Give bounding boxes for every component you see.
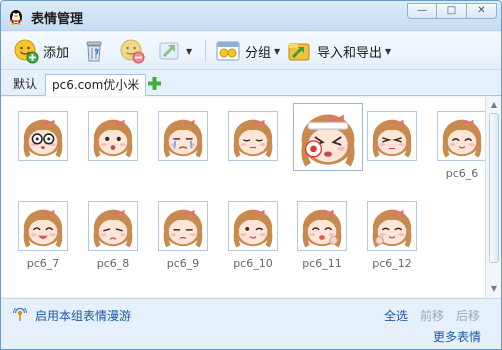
emoticon-thumbnail[interactable]	[18, 111, 68, 161]
group-button[interactable]: 分组 ▼	[215, 37, 280, 65]
select-all-link[interactable]: 全选	[384, 307, 408, 324]
close-button[interactable]: ✕	[467, 3, 497, 19]
emoticon-item[interactable]: pc6_6	[433, 111, 491, 183]
emoticon-thumbnail[interactable]	[367, 111, 417, 161]
emoticon-label: pc6_12	[372, 257, 412, 270]
emoticon-label: pc6_7	[26, 257, 60, 270]
emoticon-item[interactable]	[224, 111, 282, 183]
remove-emoticon-button[interactable]	[119, 37, 145, 65]
window-title: 表情管理	[31, 12, 84, 27]
emoticon-item[interactable]	[293, 103, 363, 183]
chibi-girl-emoticon	[372, 119, 412, 158]
emoticon-thumbnail[interactable]	[228, 201, 278, 251]
chibi-girl-emoticon	[93, 209, 133, 248]
qq-penguin-icon	[10, 10, 22, 25]
emoticon-item[interactable]	[363, 111, 421, 183]
move-dropdown-button[interactable]: ▼	[157, 37, 192, 65]
emoticon-thumbnail[interactable]	[367, 201, 417, 251]
emoticon-label: pc6_8	[96, 257, 130, 270]
recycle-button[interactable]	[81, 37, 107, 65]
emoticon-thumbnail[interactable]	[18, 201, 68, 251]
emoticon-thumbnail[interactable]	[228, 111, 278, 161]
toolbar-separator	[205, 40, 206, 62]
add-emoticon-icon	[14, 39, 39, 64]
maximize-button[interactable]: □	[437, 3, 467, 19]
roaming-icon	[13, 308, 27, 321]
remove-emoticon-icon	[120, 39, 145, 64]
tab-pc6[interactable]: pc6.com优小米	[45, 74, 147, 96]
scrollbar-thumb[interactable]	[489, 113, 499, 263]
minimize-button[interactable]: —	[407, 3, 437, 19]
chibi-girl-emoticon	[163, 209, 203, 248]
emoticon-label: pc6_11	[302, 257, 342, 270]
chibi-girl-emoticon	[23, 119, 63, 158]
import-export-icon	[288, 43, 310, 61]
emoticon-item[interactable]: pc6_12	[363, 201, 421, 273]
emoticon-item[interactable]	[14, 111, 72, 183]
group-emoticons-icon	[216, 41, 240, 61]
footer-bar: 启用本组表情漫游 全选 前移 后移 更多表情	[1, 298, 501, 349]
emoticon-item[interactable]: pc6_11	[293, 201, 351, 273]
emoticon-label: pc6_9	[166, 257, 200, 270]
chevron-down-icon: ▼	[385, 46, 392, 56]
window-controls: — □ ✕	[407, 3, 497, 19]
emoticon-thumbnail[interactable]	[437, 111, 487, 161]
chibi-girl-emoticon	[302, 209, 342, 248]
emoticon-thumbnail[interactable]	[158, 111, 208, 161]
emoticon-item[interactable]: pc6_7	[14, 201, 72, 273]
scroll-down-arrow-icon[interactable]: ▼	[488, 283, 500, 295]
recycle-bin-icon	[86, 41, 102, 62]
tab-default[interactable]: 默认	[7, 74, 43, 96]
chibi-girl-emoticon	[301, 114, 355, 167]
add-button[interactable]: 添加	[13, 37, 69, 65]
add-label: 添加	[43, 45, 70, 61]
move-forward-link[interactable]: 前移	[420, 307, 444, 324]
enable-roaming-link[interactable]: 启用本组表情漫游	[35, 307, 131, 324]
title-bar[interactable]: 表情管理 — □ ✕	[1, 1, 501, 31]
scroll-up-arrow-icon[interactable]: ▲	[488, 99, 500, 111]
chibi-girl-emoticon	[93, 119, 133, 158]
move-back-link[interactable]: 后移	[456, 307, 480, 324]
emoticon-thumbnail[interactable]	[293, 103, 363, 171]
emoticon-thumbnail[interactable]	[88, 201, 138, 251]
emoticon-thumbnail[interactable]	[297, 201, 347, 251]
vertical-scrollbar[interactable]: ▲ ▼	[485, 97, 501, 297]
emoticon-thumbnail[interactable]	[88, 111, 138, 161]
emoticon-item[interactable]	[154, 111, 212, 183]
move-arrow-icon	[159, 42, 179, 60]
emoticon-item[interactable]: pc6_9	[154, 201, 212, 273]
import-export-button[interactable]: 导入和导出 ▼	[287, 37, 391, 65]
emoticon-manager-window: 表情管理 — □ ✕ 添加 ▼ 分组 ▼ 导入和导出 ▼ 默认 pc6.com优…	[0, 0, 502, 350]
add-group-icon[interactable]	[147, 76, 162, 91]
chevron-down-icon: ▼	[186, 46, 193, 56]
emoticon-grid: pc6_6 pc6_7 pc6_8 pc6_9 pc6_10 pc6_11 pc6_12	[1, 97, 501, 297]
emoticon-label: pc6_10	[233, 257, 273, 270]
emoticon-item[interactable]: pc6_10	[224, 201, 282, 273]
more-emoticons-link[interactable]: 更多表情	[433, 328, 481, 345]
chibi-girl-emoticon	[372, 209, 412, 248]
chevron-down-icon: ▼	[274, 46, 281, 56]
chibi-girl-emoticon	[23, 209, 63, 248]
toolbar: 添加 ▼ 分组 ▼ 导入和导出 ▼	[1, 32, 501, 70]
emoticon-label: pc6_6	[445, 167, 479, 180]
import-export-label: 导入和导出	[317, 45, 383, 61]
chibi-girl-emoticon	[163, 119, 203, 158]
emoticon-item[interactable]: pc6_8	[84, 201, 142, 273]
chibi-girl-emoticon	[442, 119, 482, 158]
group-tab-bar: 默认 pc6.com优小米	[1, 71, 501, 96]
group-label: 分组	[245, 45, 272, 61]
emoticon-thumbnail[interactable]	[158, 201, 208, 251]
chibi-girl-emoticon	[233, 119, 273, 158]
emoticon-item[interactable]	[84, 111, 142, 183]
chibi-girl-emoticon	[233, 209, 273, 248]
